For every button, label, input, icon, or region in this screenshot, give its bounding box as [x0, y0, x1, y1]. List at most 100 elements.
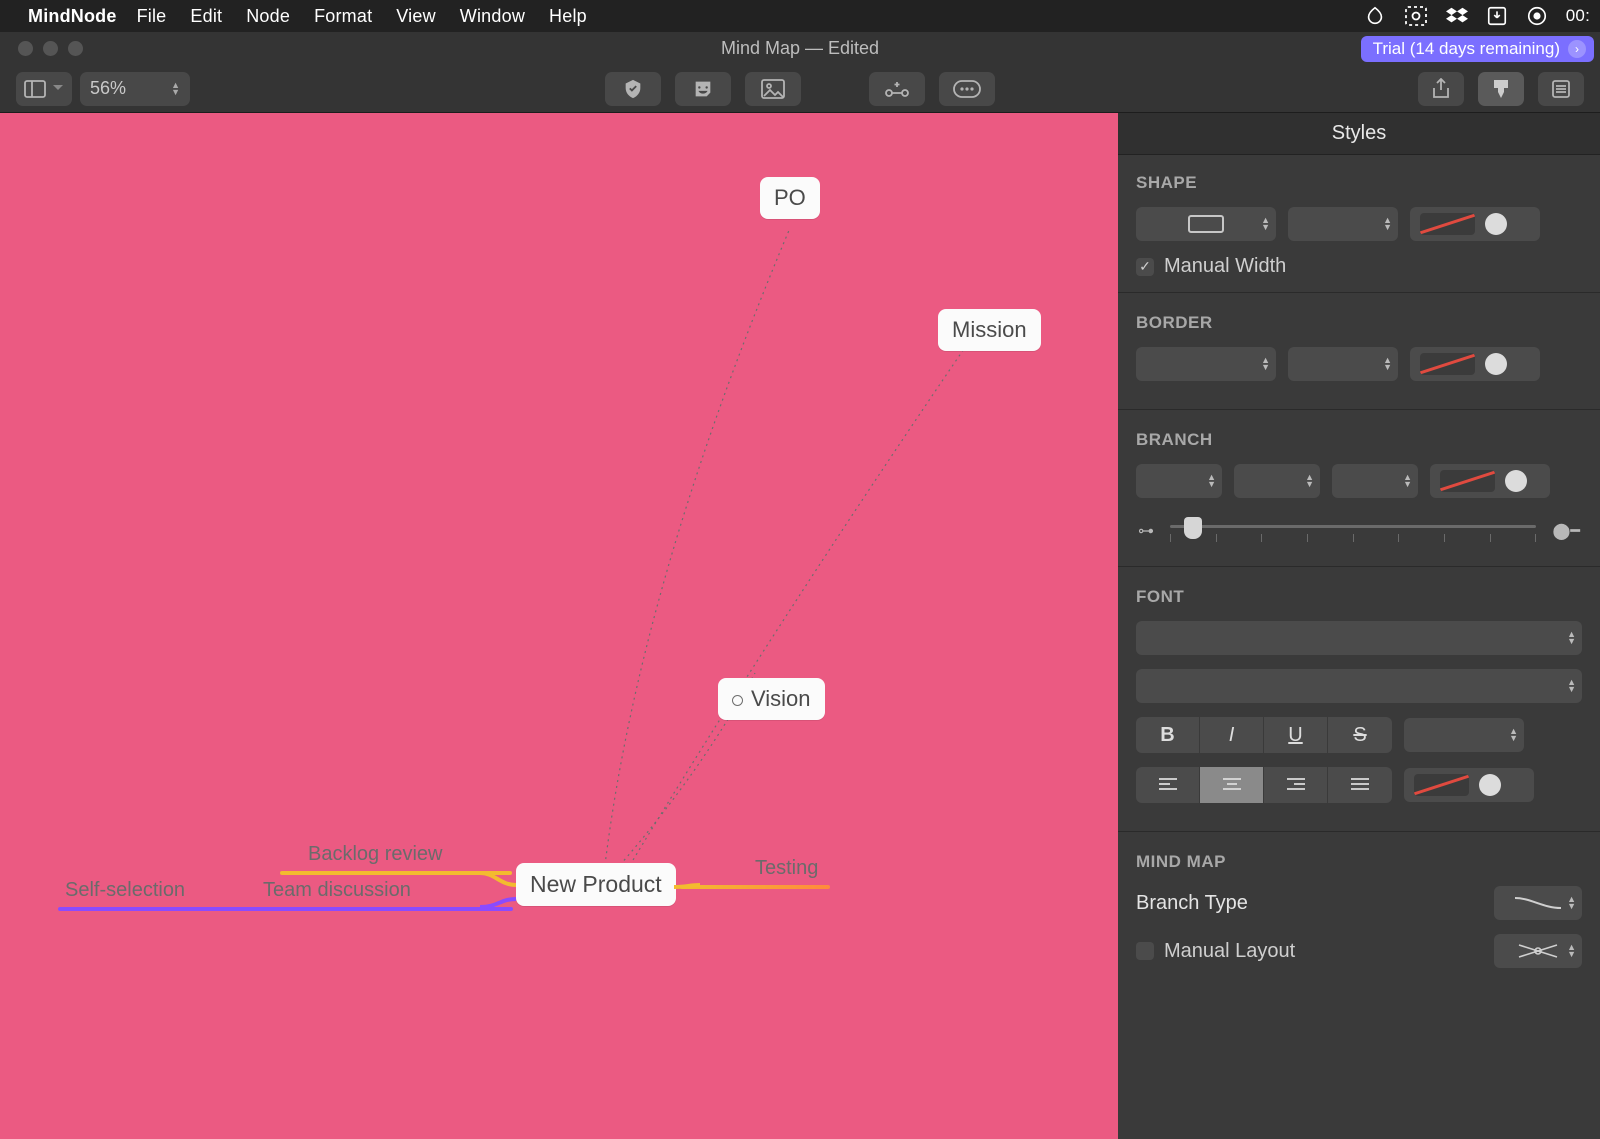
menuextra-download-icon[interactable]: [1486, 5, 1508, 27]
branch-backlog-line: [280, 871, 512, 875]
minimize-window-button[interactable]: [43, 41, 58, 56]
menu-window[interactable]: Window: [460, 6, 525, 27]
rect-icon: [1188, 215, 1224, 233]
more-label-button[interactable]: [939, 72, 995, 106]
font-weight-select[interactable]: ▲▼: [1136, 669, 1582, 703]
manual-layout-checkbox[interactable]: Manual Layout: [1136, 940, 1295, 963]
shape-style-select[interactable]: ▲▼: [1136, 207, 1276, 241]
image-button[interactable]: [745, 72, 801, 106]
section-shape: SHAPE ▲▼ ▲▼ ✓ Manual Wid: [1118, 155, 1600, 286]
slider-thumb[interactable]: [1184, 517, 1202, 539]
menu-file[interactable]: File: [137, 6, 167, 27]
no-color-icon: [1414, 774, 1469, 796]
menu-node[interactable]: Node: [246, 6, 290, 27]
menu-help[interactable]: Help: [549, 6, 587, 27]
manual-width-checkbox[interactable]: ✓ Manual Width: [1136, 255, 1582, 278]
no-color-icon: [1440, 470, 1495, 492]
zoom-level-stepper[interactable]: 56% ▲▼: [80, 72, 190, 106]
font-style-segmented[interactable]: B I U S: [1136, 717, 1392, 753]
branch-type-select[interactable]: ▲▼: [1494, 886, 1582, 920]
bold-button[interactable]: B: [1136, 717, 1200, 753]
section-mindmap: MIND MAP Branch Type ▲▼ Manual Layout: [1118, 834, 1600, 990]
align-center-button[interactable]: [1200, 767, 1264, 803]
branch-type-label: Branch Type: [1136, 892, 1248, 915]
connect-plus-icon: [884, 79, 910, 99]
node-vision[interactable]: Vision: [718, 678, 825, 720]
branch-style-select[interactable]: ▲▼: [1136, 464, 1222, 498]
layout-icon: [1513, 942, 1563, 960]
node-mission[interactable]: Mission: [938, 309, 1041, 351]
outline-list-icon: [1551, 79, 1571, 99]
branch-testing-label[interactable]: Testing: [755, 857, 818, 880]
align-right-button[interactable]: [1264, 767, 1328, 803]
zoom-value: 56%: [90, 78, 126, 99]
thick-icon: ⬤━: [1552, 521, 1580, 541]
branch-color[interactable]: [1430, 464, 1550, 498]
no-color-icon: [1420, 213, 1475, 235]
mindmap-canvas[interactable]: .dash{stroke:#6d6d6d;stroke-width:1.2;st…: [0, 113, 1118, 1139]
font-size-select[interactable]: ▲▼: [1404, 718, 1524, 752]
border-style-select[interactable]: ▲▼: [1136, 347, 1276, 381]
sticker-button[interactable]: [675, 72, 731, 106]
underline-button[interactable]: U: [1264, 717, 1328, 753]
menu-edit[interactable]: Edit: [190, 6, 222, 27]
branch-backlog-label[interactable]: Backlog review: [308, 843, 443, 866]
shape-size-select[interactable]: ▲▼: [1288, 207, 1398, 241]
border-width-select[interactable]: ▲▼: [1288, 347, 1398, 381]
branch-cap-select[interactable]: ▲▼: [1234, 464, 1320, 498]
share-button[interactable]: [1418, 72, 1464, 106]
section-branch: BRANCH ▲▼ ▲▼ ▲▼ ⊶: [1118, 412, 1600, 560]
checkbox-unchecked-icon: [1136, 942, 1154, 960]
inspector-title: Styles: [1118, 113, 1600, 155]
traffic-lights[interactable]: [18, 41, 83, 56]
zoom-window-button[interactable]: [68, 41, 83, 56]
shape-fill-color[interactable]: [1410, 207, 1540, 241]
menu-view[interactable]: View: [396, 6, 436, 27]
outline-inspector-button[interactable]: [1538, 72, 1584, 106]
mac-menubar: MindNode File Edit Node Format View Wind…: [0, 0, 1600, 32]
text-align-segmented[interactable]: [1136, 767, 1392, 803]
layout-direction-select[interactable]: ▲▼: [1494, 934, 1582, 968]
font-family-select[interactable]: ▲▼: [1136, 621, 1582, 655]
paintbrush-icon: [1491, 78, 1511, 100]
sidebar-icon: [24, 80, 46, 98]
menuextra-leaf-icon[interactable]: [1364, 5, 1386, 27]
border-color[interactable]: [1410, 347, 1540, 381]
branch-team-label[interactable]: Team discussion: [263, 879, 411, 902]
strike-button[interactable]: S: [1328, 717, 1392, 753]
app-window: Mind Map — Edited Trial (14 days remaini…: [0, 32, 1600, 1139]
task-bullet-icon: [732, 695, 743, 706]
align-justify-button[interactable]: [1328, 767, 1392, 803]
connection-add-button[interactable]: [869, 72, 925, 106]
node-po[interactable]: PO: [760, 177, 820, 219]
trial-badge[interactable]: Trial (14 days remaining) ›: [1361, 36, 1594, 62]
no-color-icon: [1420, 353, 1475, 375]
branch-thickness-slider[interactable]: ⊶ ⬤━: [1136, 512, 1582, 552]
branch-team-self-line: [58, 907, 513, 911]
trial-badge-label: Trial (14 days remaining): [1373, 39, 1560, 59]
task-toggle-button[interactable]: [605, 72, 661, 106]
menuextra-screenshot-icon[interactable]: [1404, 5, 1428, 27]
stepper-arrows-icon: ▲▼: [171, 82, 180, 96]
section-font: FONT ▲▼ ▲▼ B I U S ▲▼: [1118, 569, 1600, 825]
italic-button[interactable]: I: [1200, 717, 1264, 753]
section-heading: BRANCH: [1136, 430, 1582, 450]
close-window-button[interactable]: [18, 41, 33, 56]
menuextra-dropbox-icon[interactable]: [1446, 5, 1468, 27]
section-border: BORDER ▲▼ ▲▼: [1118, 295, 1600, 403]
node-root[interactable]: New Product: [516, 863, 676, 906]
font-color[interactable]: [1404, 768, 1534, 802]
node-label: New Product: [530, 871, 662, 897]
align-left-button[interactable]: [1136, 767, 1200, 803]
sticker-smile-icon: [692, 78, 714, 100]
styles-inspector-button[interactable]: [1478, 72, 1524, 106]
app-name[interactable]: MindNode: [28, 6, 117, 27]
branch-width-select[interactable]: ▲▼: [1332, 464, 1418, 498]
chevron-down-icon: [52, 80, 64, 98]
toolbar: 56% ▲▼: [0, 65, 1600, 113]
branch-self-label[interactable]: Self-selection: [65, 879, 185, 902]
menuextra-record-icon[interactable]: [1526, 5, 1548, 27]
sidebar-toggle-button[interactable]: [16, 72, 72, 106]
menuextra-clock[interactable]: 00:: [1566, 6, 1590, 26]
menu-format[interactable]: Format: [314, 6, 372, 27]
